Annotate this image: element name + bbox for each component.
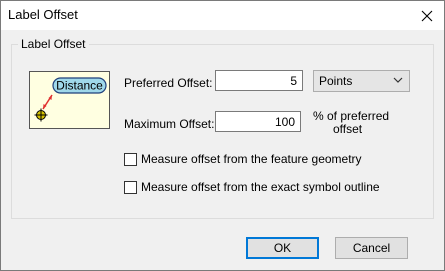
- close-button[interactable]: [410, 1, 444, 30]
- offset-preview: Distance: [29, 71, 110, 129]
- offset-unit-select[interactable]: Points: [313, 70, 410, 92]
- feature-geometry-option[interactable]: Measure offset from the feature geometry: [124, 152, 362, 166]
- chevron-down-icon: [393, 77, 403, 83]
- symbol-outline-label: Measure offset from the exact symbol out…: [141, 180, 380, 194]
- group-title: Label Offset: [18, 37, 89, 51]
- feature-geometry-checkbox[interactable]: [124, 152, 137, 166]
- label-offset-dialog: Label Offset Label Offset Distance Prefe…: [0, 0, 445, 271]
- symbol-outline-checkbox[interactable]: [124, 180, 137, 194]
- maximum-offset-suffix-line2: offset: [333, 122, 363, 136]
- maximum-offset-input[interactable]: 100: [215, 111, 301, 132]
- preferred-offset-label: Preferred Offset:: [124, 76, 213, 90]
- ok-button[interactable]: OK: [246, 237, 319, 259]
- offset-preview-graphic: Distance: [34, 77, 107, 122]
- offset-unit-value: Points: [319, 74, 353, 88]
- window-title: Label Offset: [8, 7, 78, 22]
- close-icon: [421, 10, 433, 21]
- preferred-offset-input[interactable]: 5: [215, 70, 303, 91]
- symbol-outline-option[interactable]: Measure offset from the exact symbol out…: [124, 180, 380, 194]
- title-bar: Label Offset: [1, 1, 444, 30]
- cancel-button[interactable]: Cancel: [335, 237, 408, 259]
- feature-geometry-label: Measure offset from the feature geometry: [141, 152, 362, 166]
- maximum-offset-suffix-line1: % of preferred: [313, 109, 390, 123]
- maximum-offset-label: Maximum Offset:: [124, 117, 215, 131]
- preview-label: Distance: [56, 79, 103, 93]
